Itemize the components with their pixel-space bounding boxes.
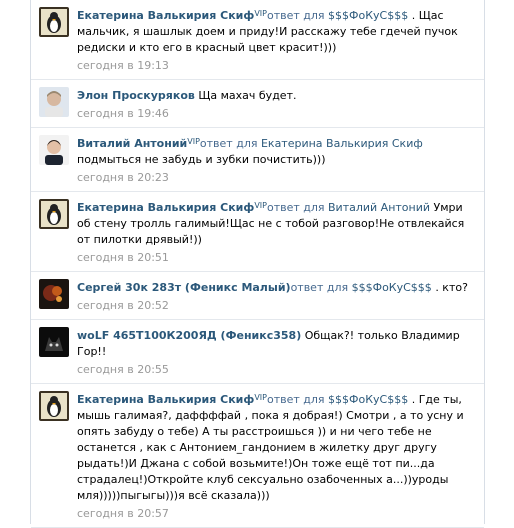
vip-badge: VIP bbox=[254, 201, 267, 210]
comment-post: Виталий АнтонийVIPответ для Екатерина Ва… bbox=[31, 128, 484, 192]
comment-post: Элон Проскуряков Ща махач будет. сегодня … bbox=[31, 80, 484, 128]
timestamp[interactable]: сегодня в 20:52 bbox=[77, 299, 476, 313]
vip-badge: VIP bbox=[254, 9, 267, 18]
reply-target-link[interactable]: Екатерина Валькирия Скиф bbox=[261, 137, 423, 150]
reply-prefix: ответ для bbox=[199, 137, 258, 150]
author-link[interactable]: woLF 465Т100К200ЯД (Феникс358) bbox=[77, 329, 301, 342]
reply-prefix: ответ для bbox=[266, 9, 325, 22]
vip-badge: VIP bbox=[254, 393, 267, 402]
comment-post: woLF 465Т100К200ЯД (Феникс358) Общак?! т… bbox=[31, 320, 484, 384]
author-link[interactable]: Екатерина Валькирия Скиф bbox=[77, 9, 254, 22]
reply-target-link[interactable]: Виталий Антоний bbox=[328, 201, 430, 214]
timestamp[interactable]: сегодня в 19:46 bbox=[77, 107, 476, 121]
reply-target-link[interactable]: $$$ФоКуС$$$ bbox=[352, 281, 432, 294]
author-link[interactable]: Сергей 30к 283т (Феникс Малый) bbox=[77, 281, 291, 294]
message-text: подмыться не забудь и зубки почистить))) bbox=[77, 153, 326, 166]
man-avatar[interactable] bbox=[39, 87, 69, 117]
penguin-avatar[interactable] bbox=[39, 391, 69, 421]
wolf-avatar[interactable] bbox=[39, 327, 69, 357]
dark-avatar[interactable] bbox=[39, 279, 69, 309]
author-link[interactable]: Екатерина Валькирия Скиф bbox=[77, 201, 254, 214]
message-text: . кто? bbox=[435, 281, 468, 294]
comment-feed: сегодня в 19:13Екатерина Валькирия СкифV… bbox=[31, 0, 484, 528]
timestamp[interactable]: сегодня в 19:13 bbox=[77, 59, 476, 73]
reply-prefix: ответ для bbox=[266, 393, 325, 406]
message-text: . Где ты, мышь галимая?, даффффай , пока… bbox=[77, 393, 464, 502]
portrait-avatar[interactable] bbox=[39, 135, 69, 165]
penguin-avatar[interactable] bbox=[39, 199, 69, 229]
comment-post: Екатерина Валькирия СкифVIPответ для $$$… bbox=[31, 384, 484, 528]
reply-target-link[interactable]: $$$ФоКуС$$$ bbox=[328, 393, 408, 406]
author-link[interactable]: Виталий Антоний bbox=[77, 137, 187, 150]
timestamp[interactable]: сегодня в 20:55 bbox=[77, 363, 476, 377]
message-text: Ща махач будет. bbox=[198, 89, 297, 102]
vip-badge: VIP bbox=[187, 137, 200, 146]
author-link[interactable]: Екатерина Валькирия Скиф bbox=[77, 393, 254, 406]
reply-target-link[interactable]: $$$ФоКуС$$$ bbox=[328, 9, 408, 22]
timestamp[interactable]: сегодня в 20:23 bbox=[77, 171, 476, 185]
timestamp[interactable]: сегодня в 20:51 bbox=[77, 251, 476, 265]
right-border bbox=[484, 0, 485, 524]
reply-prefix: ответ для bbox=[266, 201, 325, 214]
comment-post: Екатерина Валькирия СкифVIPответ для $$$… bbox=[31, 0, 484, 80]
timestamp[interactable]: сегодня в 20:57 bbox=[77, 507, 476, 521]
comment-post: Екатерина Валькирия СкифVIPответ для Вит… bbox=[31, 192, 484, 272]
reply-prefix: ответ для bbox=[290, 281, 349, 294]
penguin-avatar[interactable] bbox=[39, 7, 69, 37]
author-link[interactable]: Элон Проскуряков bbox=[77, 89, 195, 102]
comments-page: сегодня в 19:13Екатерина Валькирия СкифV… bbox=[0, 0, 514, 528]
comment-post: Сергей 30к 283т (Феникс Малый)ответ для … bbox=[31, 272, 484, 320]
